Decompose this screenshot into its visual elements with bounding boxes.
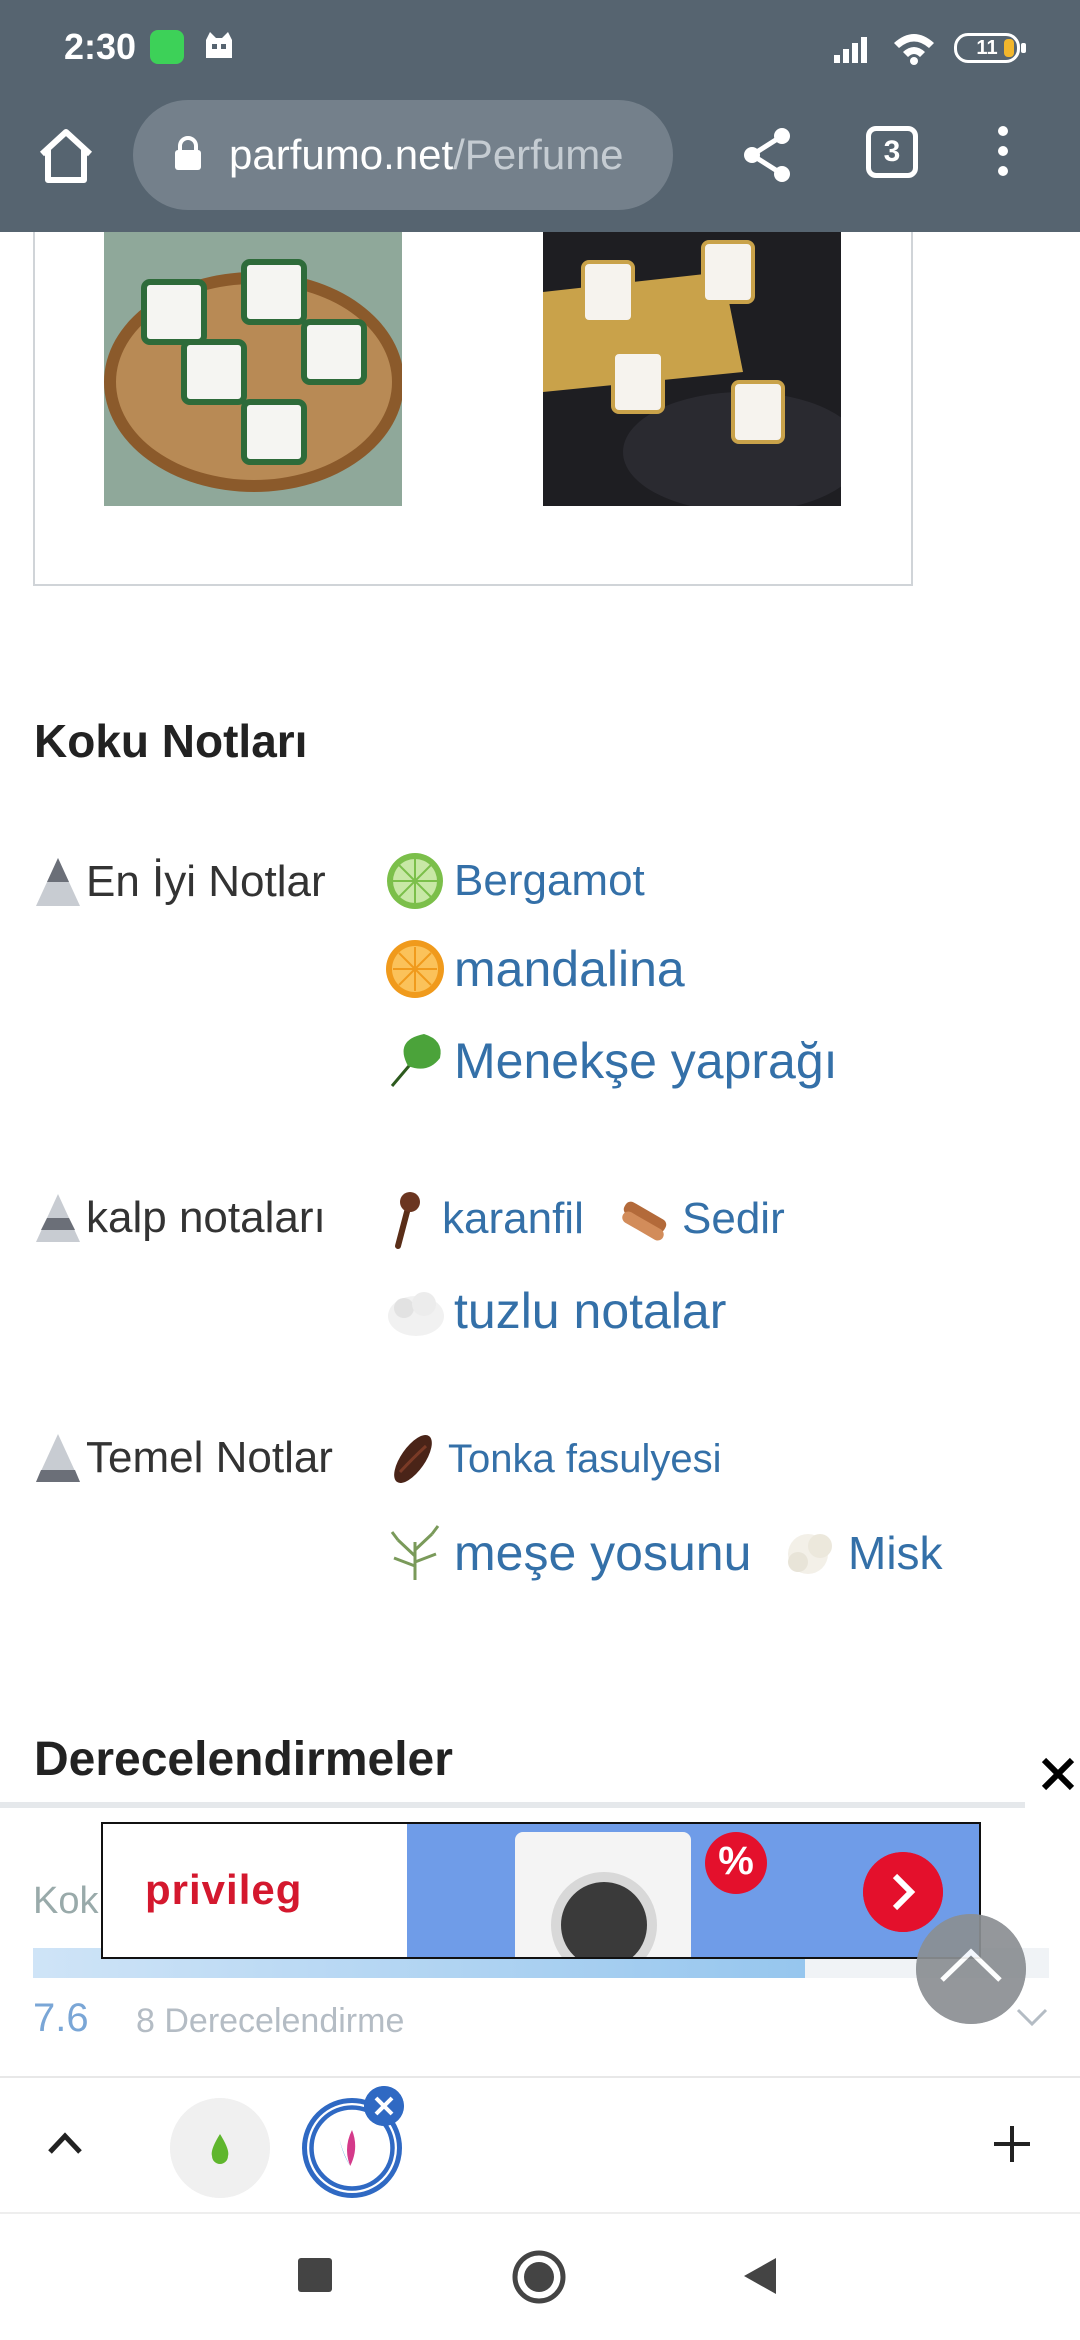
musk-icon [788, 1534, 832, 1574]
note-link[interactable]: Misk [778, 1522, 943, 1584]
product-image-green-cups[interactable] [104, 232, 402, 506]
notes-group-heart: kalp notaları [34, 1192, 326, 1244]
notes-group-label: kalp notaları [86, 1193, 326, 1242]
ad-overlay: Kok 7.6 8 Derecelendirme privileg % [0, 1802, 1080, 2076]
note-link[interactable]: karanfil [386, 1188, 584, 1250]
notes-group-top: En İyi Notlar [34, 856, 326, 908]
rating-category-label: Kok [33, 1880, 99, 1922]
rating-count: 8 Derecelendirme [136, 2002, 405, 2040]
note-label: mandalina [454, 941, 685, 997]
home-icon[interactable] [34, 124, 98, 188]
pyramid-top-icon [36, 858, 80, 906]
battery-icon: 11 [954, 33, 1026, 63]
ad-banner[interactable]: privileg % [101, 1822, 981, 1959]
note-label: Sedir [682, 1194, 785, 1243]
back-icon[interactable] [742, 2256, 778, 2296]
signal-icon [834, 37, 867, 63]
close-tab-icon[interactable] [364, 2086, 404, 2126]
section-title-ratings: Derecelendirmeler [34, 1733, 453, 1786]
tonka-bean-icon [394, 1435, 432, 1483]
status-time: 2:30 [64, 26, 137, 67]
note-link[interactable]: Tonka fasulyesi [386, 1428, 721, 1490]
note-link[interactable]: mandalina [384, 938, 685, 1000]
bottom-tab-bar [0, 2076, 1080, 2212]
chevron-down-icon[interactable] [1014, 2006, 1050, 2030]
page-content: Koku Notları En İyi Notlar Bergamot mand… [0, 232, 1080, 1808]
new-tab-icon[interactable] [990, 2122, 1034, 2166]
discount-badge: % [705, 1832, 767, 1894]
note-label: Bergamot [454, 856, 645, 905]
recents-icon[interactable] [298, 2258, 332, 2292]
scroll-to-top-button[interactable] [916, 1914, 1026, 2024]
salt-icon [388, 1292, 444, 1336]
note-link[interactable]: meşe yosunu [384, 1522, 751, 1584]
notes-group-label: En İyi Notlar [86, 857, 326, 906]
note-label: tuzlu notalar [454, 1283, 727, 1339]
url-host: parfumo.net [229, 131, 454, 178]
browser-toolbar: parfumo.net/Perfume 3 [0, 96, 1080, 232]
mandarin-icon [386, 940, 444, 998]
pyramid-base-icon [36, 1434, 80, 1482]
battery-level: 11 [976, 37, 998, 59]
share-icon[interactable] [740, 126, 796, 184]
chevron-up-icon[interactable] [44, 2128, 86, 2158]
tab-switcher-button[interactable]: 3 [866, 126, 918, 178]
clove-icon [395, 1192, 420, 1249]
pyramid-middle-icon [36, 1194, 80, 1242]
notification-app-icon [150, 30, 184, 64]
note-label: karanfil [442, 1194, 584, 1243]
url-bar[interactable]: parfumo.net/Perfume [133, 100, 673, 210]
notification-game-icon [206, 32, 232, 58]
note-label: Misk [848, 1527, 943, 1579]
wifi-icon [894, 34, 934, 65]
section-title-notes: Koku Notları [34, 715, 308, 767]
note-link[interactable]: tuzlu notalar [384, 1280, 726, 1342]
close-ad-icon[interactable] [1038, 1754, 1078, 1794]
notes-group-base: Temel Notlar [34, 1432, 333, 1484]
overflow-menu-icon[interactable] [986, 126, 1020, 186]
note-label: meşe yosunu [454, 1525, 752, 1581]
tab-thumbnail-drop-icon[interactable] [170, 2098, 270, 2198]
note-link[interactable]: Bergamot [384, 850, 645, 912]
note-link[interactable]: Sedir [616, 1188, 785, 1250]
rating-score: 7.6 [33, 1996, 89, 2040]
url-path: /Perfume [453, 131, 624, 178]
ad-arrow-button[interactable] [863, 1852, 943, 1932]
bergamot-icon [387, 853, 443, 909]
notes-group-label: Temel Notlar [86, 1433, 333, 1482]
product-image-gold-cups[interactable] [543, 232, 841, 506]
system-nav-bar [0, 2212, 1080, 2340]
note-link[interactable]: Menekşe yaprağı [384, 1030, 838, 1092]
washing-machine-image [515, 1832, 691, 1957]
home-nav-icon[interactable] [512, 2250, 566, 2304]
ad-image-panel: % [407, 1824, 979, 1957]
cedar-icon [622, 1201, 667, 1241]
oakmoss-icon [390, 1525, 440, 1580]
note-label: Tonka fasulyesi [448, 1436, 722, 1481]
lock-icon [175, 136, 201, 170]
violet-leaf-icon [390, 1034, 441, 1087]
note-label: Menekşe yaprağı [454, 1033, 838, 1089]
ad-brand-logo: privileg [145, 1866, 303, 1913]
status-bar: 2:30 11 [0, 0, 1080, 96]
